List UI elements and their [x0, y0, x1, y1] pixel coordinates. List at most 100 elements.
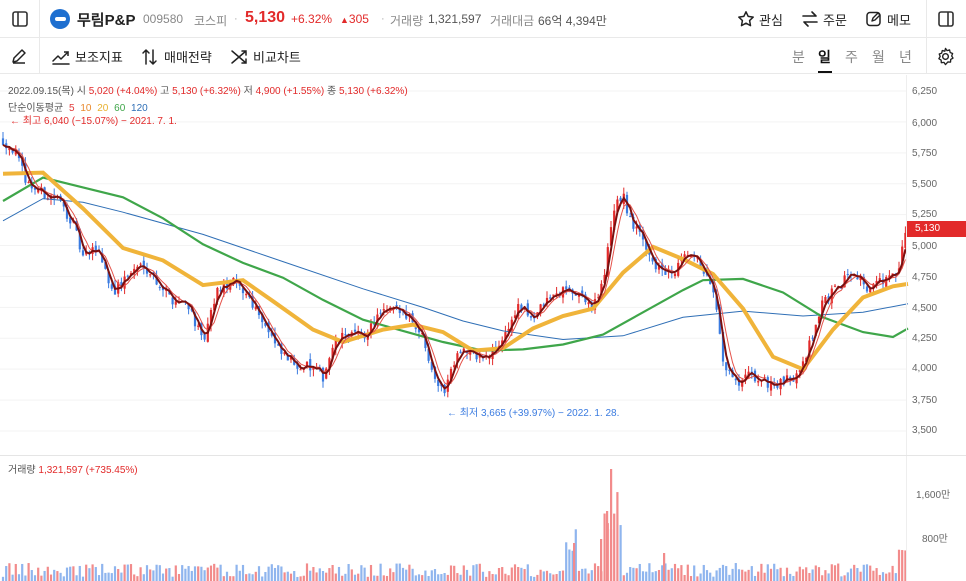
volume-bar: [830, 564, 833, 581]
divider: [39, 0, 40, 38]
volume-bar: [85, 564, 88, 581]
candle-body: [382, 309, 385, 311]
candle-body: [174, 301, 177, 305]
volume-bar: [712, 576, 715, 581]
stock-code: 009580: [143, 12, 184, 26]
volume-bar: [110, 573, 113, 581]
volume-bar: [654, 571, 657, 581]
candle-body: [629, 216, 632, 218]
candle-body: [811, 337, 814, 339]
volume-bar: [437, 574, 440, 581]
strategy-label: 매매전략: [164, 50, 212, 65]
compare-label: 비교차트: [253, 50, 301, 65]
volume-bar: [78, 565, 81, 581]
volume-bar: [750, 566, 753, 581]
price-chart[interactable]: [0, 75, 966, 581]
volume-bar: [817, 567, 821, 581]
period-week[interactable]: 주: [845, 47, 858, 67]
volume-bar: [891, 565, 894, 581]
sidebar-toggle-icon[interactable]: [10, 9, 30, 29]
active-period-indicator: [818, 71, 832, 73]
stock-name[interactable]: 무림P&P: [77, 9, 135, 30]
volume-bar: [309, 570, 312, 581]
trade-amount-value: 66억 4,394만: [538, 14, 607, 28]
volume-bar: [670, 568, 673, 581]
settings-gear-icon[interactable]: [936, 47, 955, 66]
panel-toggle-icon[interactable]: [936, 9, 956, 29]
volume-bar: [731, 568, 734, 581]
volume-bar: [369, 564, 373, 581]
volume-bar: [561, 570, 565, 581]
volume-bar: [622, 575, 625, 581]
memo-button[interactable]: 메모: [865, 9, 911, 29]
volume-bar: [408, 564, 411, 581]
indicator-button[interactable]: 보조지표: [52, 47, 123, 66]
candle-body: [245, 293, 248, 296]
period-day[interactable]: 일: [818, 47, 831, 67]
price-axis-line: [906, 75, 907, 581]
volume-bar: [619, 525, 622, 581]
volume-bar: [261, 576, 264, 581]
volume-bar: [113, 566, 117, 581]
price-tick: 6,250: [912, 86, 938, 97]
price-tick: 5,500: [912, 179, 938, 190]
candle-body: [549, 297, 552, 299]
volume-bar: [517, 567, 520, 581]
period-year[interactable]: 년: [899, 47, 912, 67]
volume-bar: [318, 568, 321, 581]
volume-bar: [181, 565, 184, 581]
volume-bar: [126, 564, 129, 581]
volume-bar: [392, 572, 395, 581]
volume-bar: [353, 574, 357, 581]
volume-tick: 800만: [922, 534, 948, 545]
volume-bar: [693, 565, 696, 581]
volume-bar: [168, 568, 171, 581]
volume-bar: [734, 563, 737, 581]
volume-bar: [520, 567, 523, 581]
volume-bar: [606, 511, 609, 581]
candle-body: [344, 334, 347, 336]
volume-bar: [795, 571, 798, 581]
volume-bar: [190, 570, 193, 581]
period-minute[interactable]: 분: [792, 47, 805, 67]
volume-bar: [837, 563, 840, 581]
volume-bar: [616, 492, 619, 581]
compare-button[interactable]: 비교차트: [230, 47, 301, 66]
candle-body: [27, 181, 30, 183]
volume-bar: [542, 571, 545, 581]
volume-bar: [129, 564, 133, 581]
volume-bar: [165, 568, 168, 581]
order-button[interactable]: 주문: [801, 9, 847, 29]
volume-bar: [209, 565, 213, 581]
volume-bar: [69, 566, 72, 581]
volume-bar: [315, 572, 318, 581]
volume-bar: [824, 570, 827, 581]
candle-body: [673, 273, 677, 277]
volume-bar: [81, 576, 85, 581]
volume-bar: [878, 574, 881, 581]
volume-pane-divider[interactable]: [0, 455, 966, 456]
low-label: 저: [243, 86, 253, 97]
strategy-button[interactable]: 매매전략: [141, 47, 212, 66]
volume-bar: [289, 573, 293, 581]
volume-bar: [376, 575, 379, 581]
volume-bar: [53, 569, 56, 581]
volume-bar: [24, 575, 27, 581]
separator: ·: [381, 13, 385, 25]
volume-bar: [46, 566, 49, 581]
volume-bar: [811, 569, 814, 581]
volume-bar: [341, 575, 344, 581]
volume-bar: [757, 571, 760, 581]
volume-bar: [587, 573, 590, 581]
candle-body: [81, 250, 85, 256]
volume-bar: [663, 553, 666, 581]
volume-bar: [603, 513, 606, 581]
volume-bar: [827, 573, 830, 581]
volume-bar: [792, 575, 795, 581]
volume-bar: [785, 567, 789, 581]
favorite-button[interactable]: 관심: [737, 9, 783, 29]
volume-bar: [613, 513, 616, 581]
period-month[interactable]: 월: [872, 47, 885, 67]
memo-edit-icon: [866, 11, 881, 27]
pencil-draw-icon[interactable]: [10, 47, 28, 65]
